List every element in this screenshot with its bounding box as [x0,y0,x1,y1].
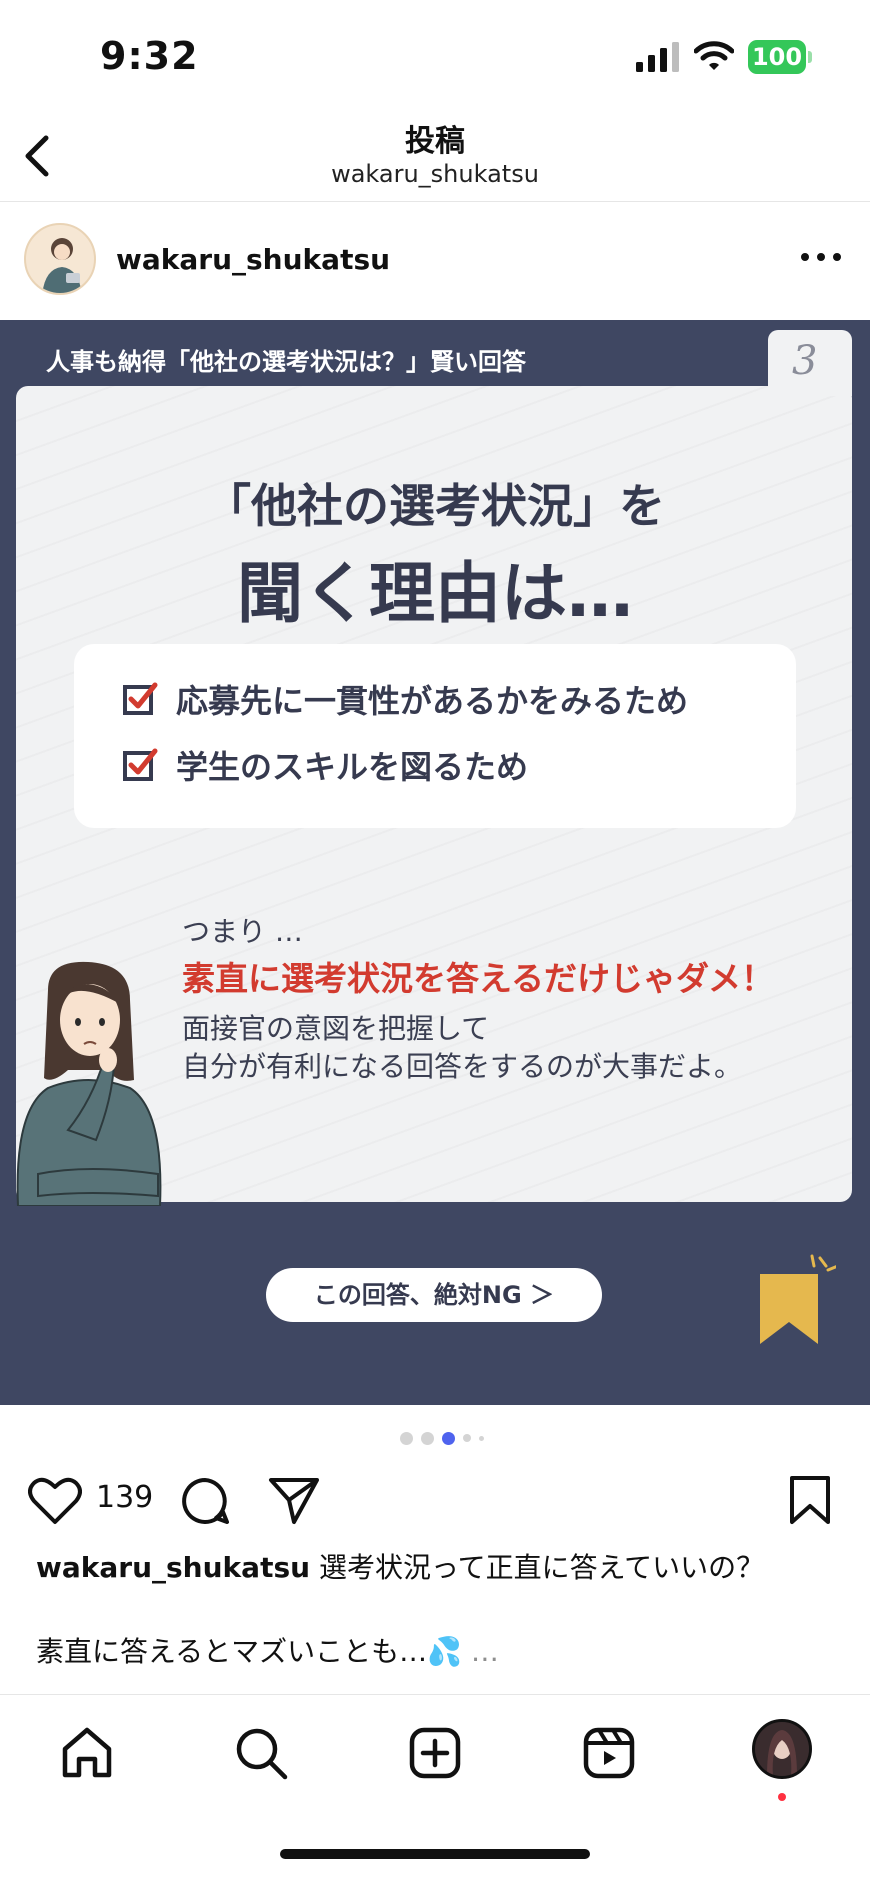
summary-lead: つまり … [182,915,303,948]
page-subtitle: wakaru_shukatsu [331,160,539,188]
checkbox-checked-icon [123,682,158,715]
slide-series-tag: 人事も納得「他社の選考状況は？」賢い回答 [46,348,526,376]
post-caption: wakaru_shukatsu 選考状況って正直に答えていいの？ [36,1546,764,1586]
like-count[interactable]: 139 [96,1480,153,1515]
reason-item: 学生のスキルを図るため [122,740,528,790]
home-icon[interactable] [59,1725,115,1781]
status-time: 9:32 [100,34,199,78]
carousel-dot-active [442,1431,455,1445]
caption-text: 選考状況って正直に答えていいの？ [310,1551,765,1584]
profile-photo [755,1722,809,1776]
slide-headline-line-1: 「他社の選考状況」を [205,479,665,533]
caption-username[interactable]: wakaru_shukatsu [36,1551,310,1584]
battery-icon: 100 [748,40,812,74]
reason-text: 学生のスキルを図るため [176,748,529,786]
carousel-dot [421,1431,434,1445]
carousel-indicator [400,1430,510,1446]
profile-avatar-tab[interactable] [752,1719,812,1779]
post-actions-bar: 139 [0,1470,870,1530]
share-send-icon[interactable] [268,1476,320,1526]
notification-dot [778,1793,786,1801]
create-post-icon[interactable] [407,1725,463,1781]
caption-line-2-text: 素直に答えるとマズいことも…💦 [36,1635,463,1668]
carousel-slide[interactable]: 人事も納得「他社の選考状況は？」賢い回答 3 「他社の選考状況」を 聞く理由は…… [0,320,870,1405]
slide-page-number: 3 [792,338,818,384]
carousel-dot [479,1435,484,1441]
carousel-dot [463,1434,471,1442]
carousel-dot [400,1431,413,1445]
reason-item: 応募先に一貫性があるかをみるため [122,674,688,724]
reason-text: 応募先に一貫性があるかをみるため [176,682,689,720]
checkbox-checked-icon [123,748,158,781]
summary-body: 面接官の意図を把握して 自分が有利になる回答をするのが大事だよ。 [182,1010,742,1086]
post-caption-line-2: 素直に答えるとマズいことも…💦 … [36,1630,499,1670]
thinking-woman-illustration [16,961,162,1206]
slide-headline-line-2: 聞く理由は… [237,555,633,632]
post-author-row: wakaru_shukatsu [0,203,870,319]
summary-emphasis: 素直に選考状況を答えるだけじゃダメ！ [182,959,775,998]
home-indicator [280,1849,590,1859]
author-avatar[interactable] [24,223,96,295]
caption-more-link[interactable]: … [462,1635,499,1668]
avatar-illustration [42,238,82,293]
heart-icon[interactable] [28,1476,82,1526]
battery-level: 100 [748,40,806,74]
summary-body-line-1: 面接官の意図を把握して [182,1012,490,1045]
cellular-signal-icon [636,42,679,72]
comment-icon[interactable] [180,1476,230,1526]
reasons-box: 応募先に一貫性があるかをみるため 学生のスキルを図るため [74,644,796,828]
search-icon[interactable] [233,1725,289,1781]
reels-icon[interactable] [581,1725,637,1781]
bookmark-decoration-icon [760,1254,836,1344]
bottom-tab-bar [0,1694,870,1882]
more-options-icon[interactable] [796,239,846,275]
top-nav-header: 投稿 wakaru_shukatsu [0,110,870,202]
page-title: 投稿 [405,124,465,159]
next-slide-cta-button[interactable]: この回答、絶対NG ＞ [266,1268,602,1322]
author-username[interactable]: wakaru_shukatsu [116,243,390,276]
wifi-icon [694,41,734,70]
bookmark-icon[interactable] [788,1474,832,1526]
summary-body-line-2: 自分が有利になる回答をするのが大事だよ。 [182,1050,743,1083]
status-bar: 9:32 100 [0,0,870,110]
